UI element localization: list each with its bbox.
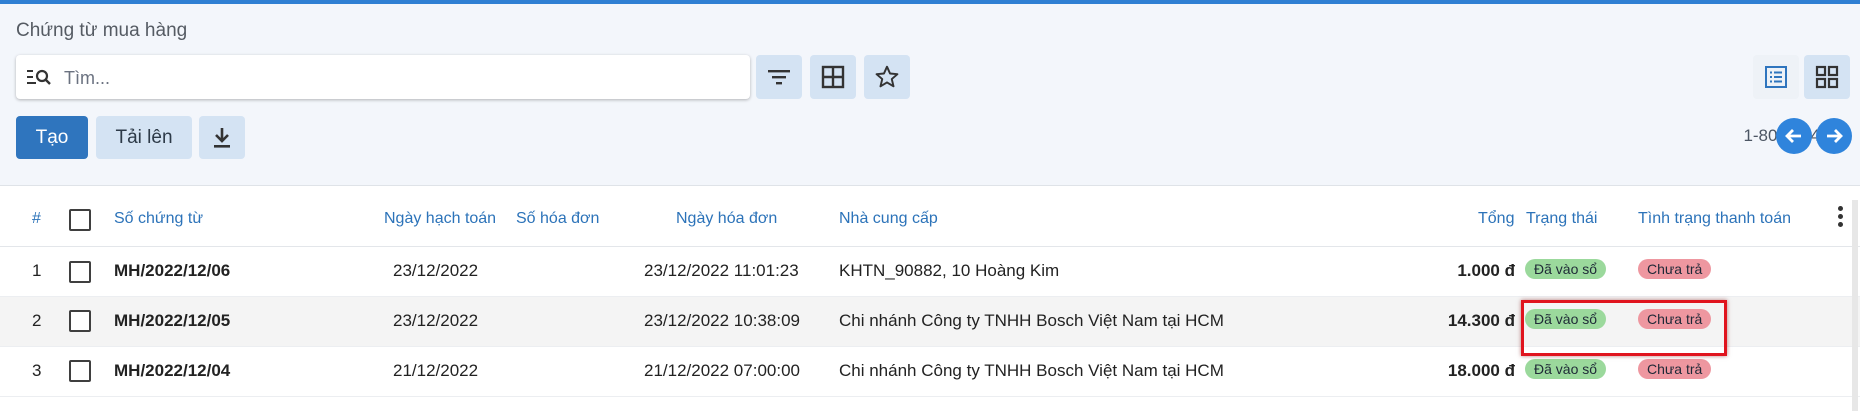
total-cell: 18.000 đ xyxy=(1447,361,1515,380)
post-date-cell: 23/12/2022 xyxy=(393,311,479,330)
star-icon xyxy=(875,65,899,88)
prev-page-button[interactable] xyxy=(1776,118,1812,154)
post-date-cell: 23/12/2022 xyxy=(393,261,479,280)
group-by-button[interactable] xyxy=(810,55,856,99)
table-header: # Số chứng từ Ngày hạch toán Số hóa đơn … xyxy=(0,186,1860,247)
kanban-view-button[interactable] xyxy=(1804,55,1850,99)
column-header-index: # xyxy=(32,210,41,227)
total-cell: 1.000 đ xyxy=(1457,261,1515,280)
favorite-button[interactable] xyxy=(864,55,910,99)
search-list-icon xyxy=(27,69,51,85)
column-header-post-date[interactable]: Ngày hạch toán xyxy=(384,210,496,228)
doc-no-cell[interactable]: MH/2022/12/05 xyxy=(114,311,230,331)
row-index: 3 xyxy=(32,361,42,380)
filter-icon xyxy=(768,70,790,85)
column-header-invoice-no[interactable]: Số hóa đơn xyxy=(516,210,599,228)
total-cell: 14.300 đ xyxy=(1447,311,1515,330)
table-row[interactable]: 1 MH/2022/12/06 23/12/2022 23/12/2022 11… xyxy=(0,247,1860,297)
row-checkbox[interactable] xyxy=(69,310,91,332)
download-button[interactable] xyxy=(199,116,245,159)
upload-button[interactable]: Tải lên xyxy=(96,116,192,159)
table-row[interactable]: 2 MH/2022/12/05 23/12/2022 23/12/2022 10… xyxy=(0,297,1860,347)
column-header-status[interactable]: Trạng thái xyxy=(1526,210,1597,228)
table-row[interactable]: 3 MH/2022/12/04 21/12/2022 21/12/2022 07… xyxy=(0,347,1860,397)
next-page-button[interactable] xyxy=(1816,118,1852,154)
invoice-date-cell: 23/12/2022 11:01:23 xyxy=(644,261,799,280)
column-header-supplier[interactable]: Nhà cung cấp xyxy=(839,210,938,228)
top-accent-bar xyxy=(0,0,1860,4)
supplier-cell: KHTN_90882, 10 Hoàng Kim xyxy=(839,261,1060,280)
supplier-cell: Chi nhánh Công ty TNHH Bosch Việt Nam tạ… xyxy=(839,311,1224,330)
arrow-right-icon xyxy=(1827,129,1843,143)
kanban-view-icon xyxy=(1815,65,1839,89)
grid-table-icon xyxy=(821,65,845,89)
row-index: 2 xyxy=(32,311,42,330)
column-options-icon[interactable] xyxy=(1838,206,1844,228)
search-box[interactable] xyxy=(16,55,750,99)
search-input[interactable] xyxy=(62,63,726,93)
row-checkbox[interactable] xyxy=(69,261,91,283)
select-all-checkbox[interactable] xyxy=(69,209,91,231)
doc-no-cell[interactable]: MH/2022/12/06 xyxy=(114,261,230,281)
breadcrumb[interactable]: Chứng từ mua hàng xyxy=(16,20,187,42)
row-checkbox[interactable] xyxy=(69,360,91,382)
purchase-documents-table: # Số chứng từ Ngày hạch toán Số hóa đơn … xyxy=(0,185,1860,412)
status-badge: Đã vào sổ xyxy=(1525,309,1607,329)
list-view-button[interactable] xyxy=(1753,55,1799,99)
arrow-left-icon xyxy=(1785,129,1801,143)
download-icon xyxy=(214,127,230,148)
column-header-invoice-date[interactable]: Ngày hóa đơn xyxy=(676,210,777,228)
column-header-total[interactable]: Tổng xyxy=(1478,210,1514,228)
payment-badge: Chưa trả xyxy=(1638,259,1712,279)
create-button[interactable]: Tạo xyxy=(16,116,88,159)
payment-badge: Chưa trả xyxy=(1638,309,1712,329)
invoice-date-cell: 21/12/2022 07:00:00 xyxy=(644,361,800,380)
filter-button[interactable] xyxy=(756,55,802,99)
invoice-date-cell: 23/12/2022 10:38:09 xyxy=(644,311,800,330)
column-header-payment[interactable]: Tình trạng thanh toán xyxy=(1638,210,1791,228)
vertical-scrollbar[interactable] xyxy=(1852,200,1858,411)
post-date-cell: 21/12/2022 xyxy=(393,361,479,380)
column-header-doc-no[interactable]: Số chứng từ xyxy=(114,210,203,228)
row-index: 1 xyxy=(32,261,42,280)
doc-no-cell[interactable]: MH/2022/12/04 xyxy=(114,361,230,381)
list-view-icon xyxy=(1765,66,1787,88)
payment-badge: Chưa trả xyxy=(1638,359,1712,379)
supplier-cell: Chi nhánh Công ty TNHH Bosch Việt Nam tạ… xyxy=(839,361,1224,380)
status-badge: Đã vào sổ xyxy=(1525,359,1607,379)
status-badge: Đã vào sổ xyxy=(1525,259,1607,279)
